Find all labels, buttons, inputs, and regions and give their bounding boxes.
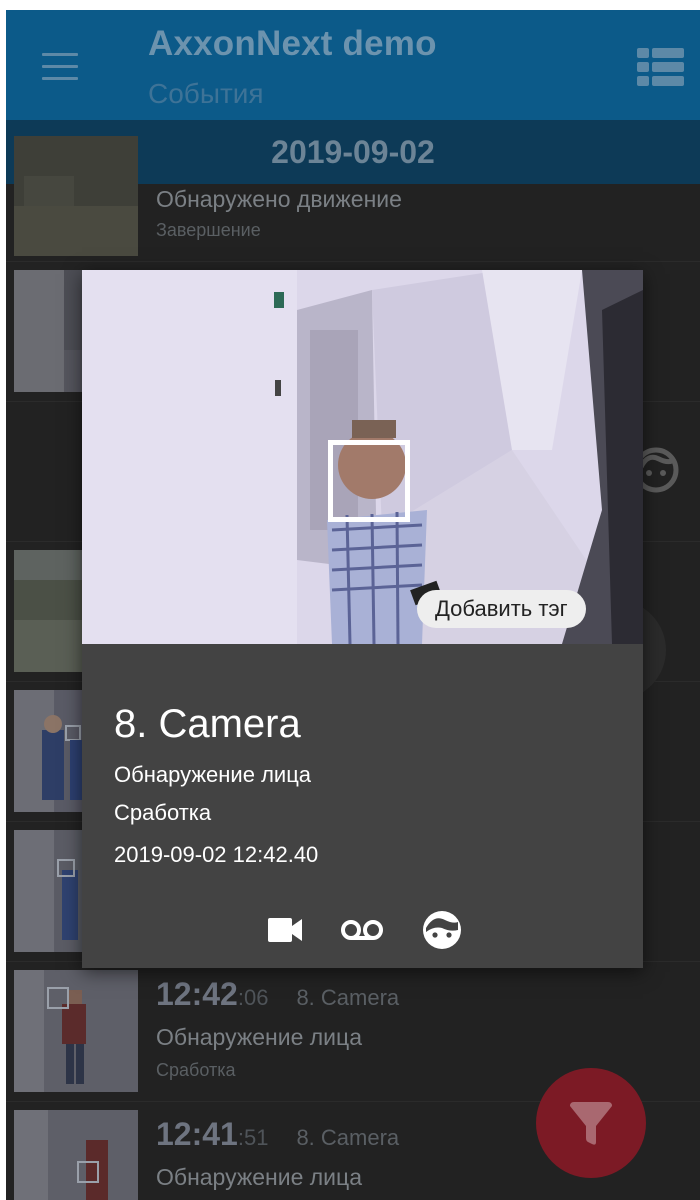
event-title: Обнаружение лица [156,1164,362,1190]
event-snapshot: Добавить тэг [82,270,643,644]
event-subtitle: Завершение [156,220,261,240]
dialog-camera-name: 8. Camera [114,702,301,746]
event-detail-dialog: Добавить тэг 8. Camera Обнаружение лица … [82,270,643,968]
list-item[interactable]: Обнаружено движение Завершение [6,136,700,262]
app-subtitle: События [148,78,264,109]
list-view-icon[interactable] [637,48,684,86]
event-thumbnail [14,970,138,1092]
add-tag-button[interactable]: Добавить тэг [417,590,586,628]
voicemail-icon[interactable] [338,908,386,952]
event-time-sec: :06 [237,985,269,1010]
event-subtitle: Сработка [156,1060,236,1080]
event-thumbnail [14,136,138,256]
event-time: 12:42:06 8. Camera [156,976,399,1013]
filter-icon [570,1102,612,1145]
event-time-hm: 12:41 [156,1116,238,1152]
app-bar: AxxonNext demo События [6,10,700,120]
event-thumbnail [14,1110,138,1200]
event-time: 12:41:51 8. Camera [156,1116,399,1153]
face-detection-box[interactable] [328,440,410,522]
app-title: AxxonNext demo [148,24,437,63]
dialog-actions [82,908,643,952]
filter-button[interactable] [536,1068,646,1178]
app-screen: AxxonNext demo События 2019-09-02 Обнару… [6,10,700,1200]
menu-icon[interactable] [42,53,78,81]
event-title: Обнаружено движение [156,186,402,212]
video-camera-icon[interactable] [266,908,304,952]
face-icon[interactable] [420,908,464,952]
event-camera: 8. Camera [296,985,400,1010]
event-title: Обнаружение лица [156,1024,362,1050]
dialog-event-phase: Сработка [114,800,212,825]
event-time-sec: :51 [237,1125,269,1150]
dialog-timestamp: 2019-09-02 12:42.40 [114,842,319,867]
event-camera: 8. Camera [296,1125,400,1150]
dialog-event-type: Обнаружение лица [114,762,312,787]
event-time-hm: 12:42 [156,976,238,1012]
